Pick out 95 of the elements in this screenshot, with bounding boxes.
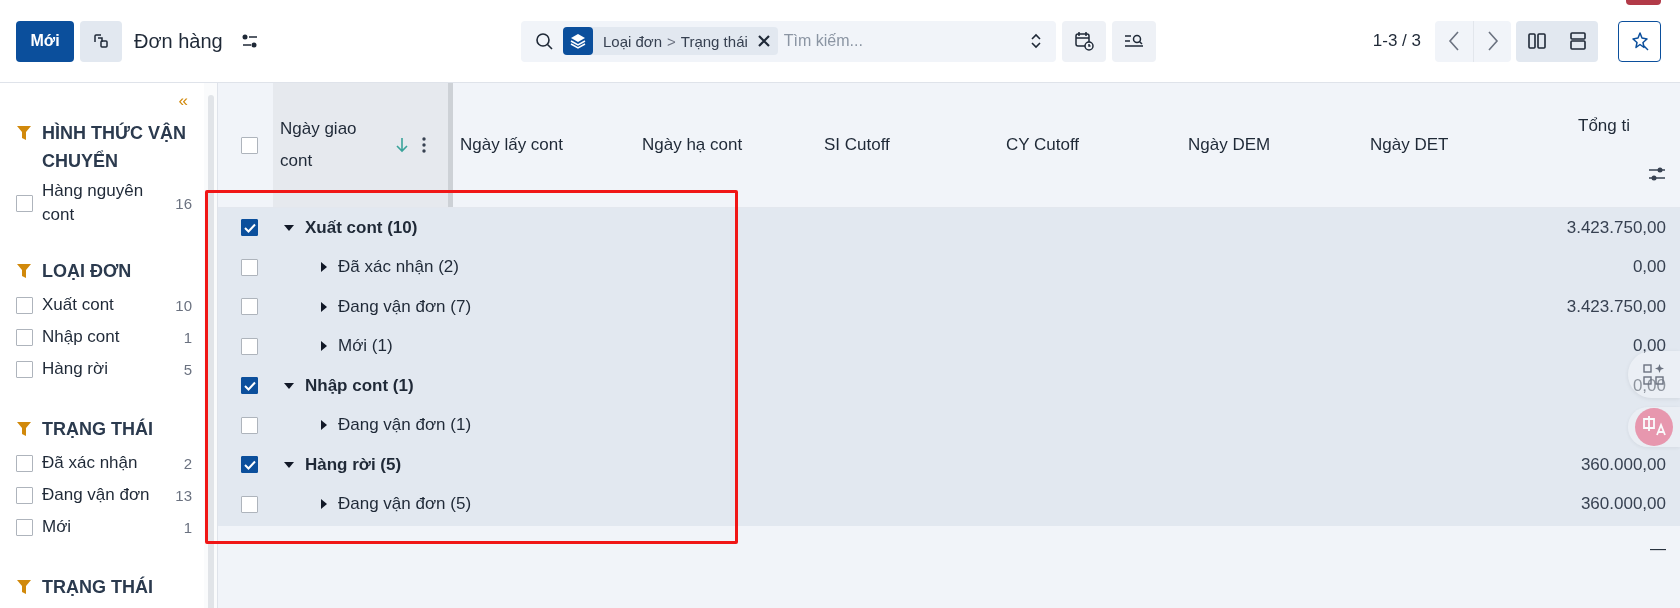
- facet-field: Trạng thái: [680, 32, 748, 50]
- group-label[interactable]: Đang vận đơn (5): [338, 494, 472, 515]
- option-count: 2: [183, 454, 192, 472]
- copy-icon: [92, 32, 110, 50]
- group-total: 360.000,00: [1580, 494, 1666, 515]
- section-title: TRẠNG THÁI: [42, 575, 153, 599]
- filter-option[interactable]: Mới: [42, 515, 184, 539]
- facet-field: Loại đơn: [603, 32, 663, 50]
- group-total: 3.423.750,00: [1566, 296, 1666, 317]
- funnel-icon: [16, 421, 32, 437]
- filter-facet[interactable]: Loại đơn > Trạng thái: [563, 27, 778, 55]
- group-label[interactable]: Mới (1): [338, 336, 393, 357]
- chevron-right-icon: [1486, 31, 1499, 51]
- scrollbar-thumb[interactable]: [207, 95, 214, 608]
- option-count: 1: [183, 518, 192, 536]
- group-total: 0,00: [1632, 257, 1666, 278]
- sparkle-star-icon: [1629, 31, 1650, 51]
- checkbox[interactable]: [16, 360, 33, 378]
- translate-icon: [1634, 407, 1674, 447]
- funnel-icon: [16, 263, 32, 279]
- filter-search-button[interactable]: [1112, 20, 1156, 62]
- column-header[interactable]: Ngày hạ cont: [642, 135, 743, 155]
- checkbox[interactable]: [16, 454, 33, 472]
- option-count: 1: [183, 328, 192, 346]
- row-checkbox[interactable]: [241, 377, 258, 395]
- group-label[interactable]: Xuất cont (10): [305, 217, 418, 238]
- row-checkbox[interactable]: [241, 416, 258, 434]
- checkmark-icon: [243, 459, 256, 470]
- filter-option[interactable]: Đang vận đơn: [42, 483, 176, 507]
- checkbox[interactable]: [16, 296, 33, 314]
- column-header[interactable]: SI Cutoff: [824, 135, 890, 155]
- option-count: 16: [175, 194, 192, 212]
- option-count: 10: [175, 296, 192, 314]
- rows-icon: [1568, 32, 1587, 50]
- group-label[interactable]: Đang vận đơn (1): [338, 415, 472, 436]
- checkbox[interactable]: [16, 328, 33, 346]
- group-total: 3.423.750,00: [1566, 217, 1666, 238]
- column-resize-handle[interactable]: [448, 83, 453, 207]
- section-title: LOẠI ĐƠN: [42, 260, 132, 283]
- row-checkbox[interactable]: [241, 258, 258, 276]
- select-all-checkbox[interactable]: [241, 136, 258, 154]
- group-label[interactable]: Nhập cont (1): [305, 375, 414, 396]
- filter-option[interactable]: Đã xác nhận: [42, 451, 184, 475]
- close-icon[interactable]: [757, 35, 770, 47]
- filter-option[interactable]: Hàng nguyên cont: [42, 179, 176, 227]
- new-button[interactable]: Mới: [16, 20, 74, 62]
- group-label[interactable]: Đang vận đơn (7): [338, 296, 472, 317]
- row-checkbox[interactable]: [241, 456, 258, 474]
- pager-value: 1-3 / 3: [1372, 31, 1421, 51]
- footer-total: —: [1650, 540, 1666, 558]
- chevron-left-icon: [1448, 31, 1460, 51]
- column-header[interactable]: Ngày DEM: [1188, 135, 1271, 155]
- duplicate-button[interactable]: [80, 20, 122, 62]
- row-checkbox[interactable]: [241, 219, 258, 237]
- group-label[interactable]: Hàng rời (5): [305, 454, 402, 475]
- row-checkbox[interactable]: [241, 298, 258, 316]
- section-title: TRẠNG THÁI: [42, 417, 153, 441]
- column-header[interactable]: CY Cutoff: [1006, 135, 1080, 155]
- group-total: 360.000,00: [1580, 454, 1666, 475]
- column-header[interactable]: Tổng ti: [1578, 116, 1630, 136]
- filter-option[interactable]: Hàng rời: [42, 357, 184, 381]
- kebab-menu-icon[interactable]: [422, 137, 426, 153]
- group-total: 0,00: [1632, 336, 1666, 357]
- column-settings-icon[interactable]: [1648, 166, 1666, 182]
- funnel-icon: [16, 125, 32, 141]
- search-field[interactable]: Loại đơn > Trạng thái Tìm kiếm...: [521, 20, 1056, 62]
- option-count: 13: [175, 486, 192, 504]
- checkmark-icon: [243, 222, 256, 233]
- columns-icon: [1527, 32, 1546, 50]
- filter-option[interactable]: Nhập cont: [42, 325, 184, 349]
- checkbox[interactable]: [16, 486, 33, 504]
- chevron-updown-icon[interactable]: [1030, 33, 1042, 49]
- group-label[interactable]: Đã xác nhận (2): [338, 257, 459, 278]
- checkbox[interactable]: [16, 518, 33, 536]
- row-checkbox[interactable]: [241, 337, 258, 355]
- group-total: 0,00: [1632, 375, 1666, 396]
- settings-icon[interactable]: [240, 33, 259, 49]
- facet-separator: >: [667, 32, 676, 50]
- funnel-icon: [16, 579, 32, 595]
- option-count: 5: [183, 360, 192, 378]
- calendar-button[interactable]: [1062, 20, 1106, 62]
- filter-option[interactable]: Xuất cont: [42, 293, 176, 317]
- apps-float-button[interactable]: [1628, 351, 1680, 398]
- section-title: HÌNH THỨC VẬN CHUYỂN: [42, 121, 187, 173]
- search-icon: [535, 32, 553, 50]
- row-checkbox[interactable]: [241, 495, 258, 513]
- translate-float-button[interactable]: [1628, 407, 1680, 447]
- list-search-icon: [1124, 33, 1144, 49]
- checkbox[interactable]: [16, 194, 33, 212]
- layers-icon: [570, 33, 586, 49]
- page-title: Đơn hàng: [134, 29, 223, 53]
- column-header[interactable]: Ngày lấy cont: [460, 135, 563, 155]
- calendar-clock-icon: [1074, 31, 1094, 51]
- column-header[interactable]: Ngày DET: [1370, 135, 1449, 155]
- checkmark-icon: [243, 380, 256, 391]
